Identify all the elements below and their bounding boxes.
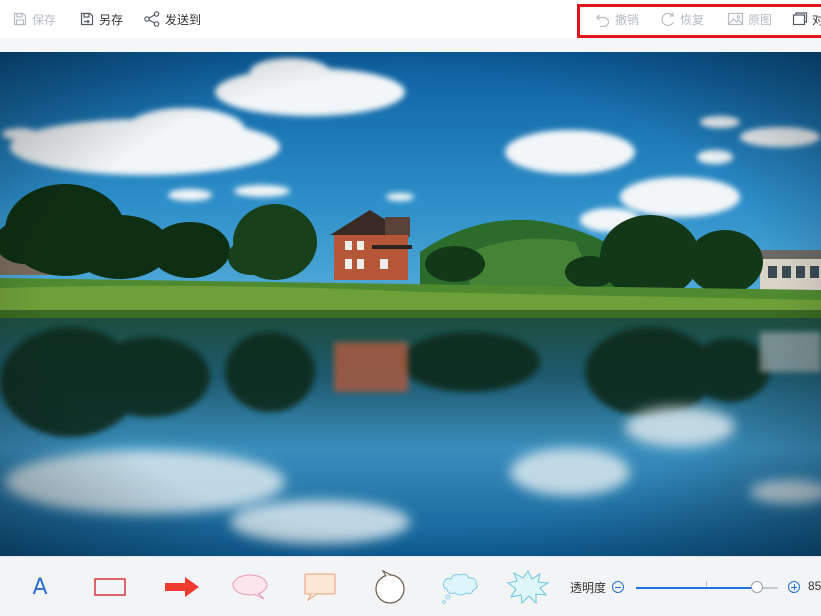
round-bubble-tool[interactable] bbox=[368, 570, 412, 604]
save-label: 保存 bbox=[32, 12, 57, 27]
share-icon bbox=[144, 11, 160, 27]
highlight-box bbox=[577, 4, 821, 38]
send-to-label: 发送到 bbox=[165, 12, 202, 27]
burst-bubble-tool[interactable] bbox=[506, 570, 550, 605]
rectangle-tool[interactable] bbox=[88, 571, 132, 603]
opacity-slider-midpoint-tick bbox=[706, 582, 707, 586]
ellipse-bubble-tool[interactable] bbox=[228, 571, 272, 603]
top-toolbar: 保存 另存 发送到 撤销 恢复 原图 对 bbox=[0, 0, 821, 39]
annotation-toolbar: A 透明度 85 bbox=[0, 556, 821, 616]
photo-editor-window: 保存 另存 发送到 撤销 恢复 原图 对 A 透明度 85 bbox=[0, 0, 821, 616]
arrow-icon bbox=[165, 577, 199, 597]
increase-opacity-button[interactable] bbox=[788, 581, 800, 593]
save-icon bbox=[13, 12, 27, 26]
opacity-label: 透明度 bbox=[570, 581, 607, 595]
opacity-slider-thumb[interactable] bbox=[751, 581, 763, 593]
text-icon: A bbox=[32, 574, 48, 600]
burst-bubble-icon bbox=[506, 570, 550, 605]
save-as-icon bbox=[80, 12, 94, 26]
photo-canvas[interactable] bbox=[0, 52, 821, 556]
round-bubble-icon bbox=[375, 570, 405, 604]
rect-bubble-icon bbox=[304, 573, 336, 602]
rectangle-icon bbox=[94, 578, 126, 596]
save-as-button[interactable]: 另存 bbox=[79, 8, 123, 30]
send-to-button[interactable]: 发送到 bbox=[143, 8, 201, 30]
opacity-slider[interactable] bbox=[636, 581, 778, 593]
cloud-bubble-tool[interactable] bbox=[438, 571, 482, 604]
ellipse-bubble-icon bbox=[232, 574, 268, 600]
save-button[interactable]: 保存 bbox=[12, 8, 56, 30]
save-as-label: 另存 bbox=[99, 12, 124, 27]
opacity-slider-fill bbox=[636, 587, 757, 589]
cloud-bubble-icon bbox=[442, 573, 478, 604]
toolbar-separator bbox=[0, 38, 821, 52]
rect-bubble-tool[interactable] bbox=[298, 571, 342, 603]
landscape-photo bbox=[0, 52, 821, 556]
decrease-opacity-button[interactable] bbox=[612, 581, 624, 593]
text-tool[interactable]: A bbox=[18, 571, 62, 603]
opacity-value: 85 bbox=[808, 579, 821, 593]
arrow-tool[interactable] bbox=[160, 571, 204, 603]
